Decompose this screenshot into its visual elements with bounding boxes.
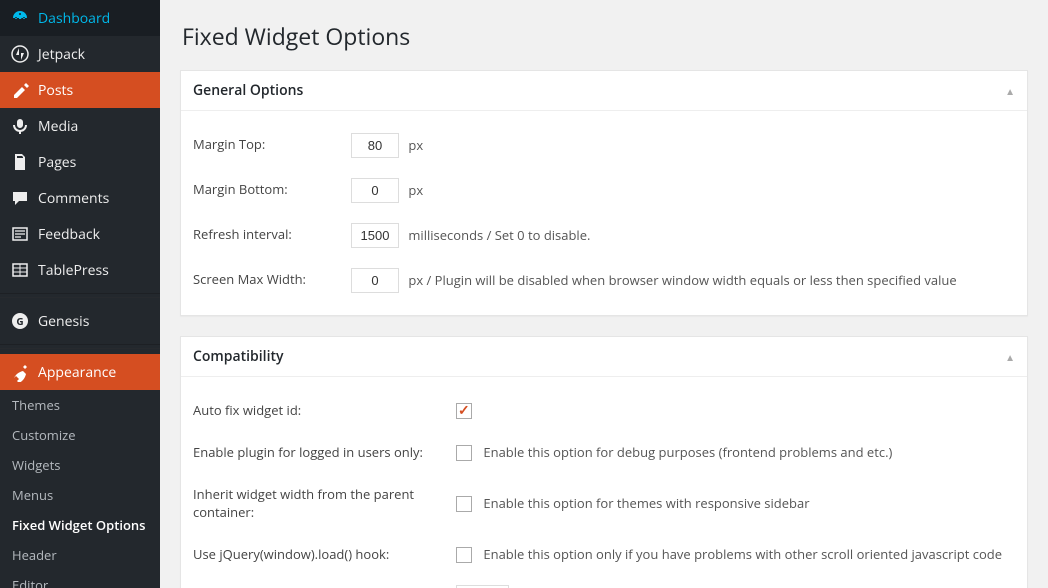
margin-top-label: Margin Top: [193, 123, 343, 168]
sidebar-item-genesis[interactable]: G Genesis [0, 303, 160, 339]
sidebar-item-appearance[interactable]: Appearance [0, 354, 160, 390]
jquery-label: Use jQuery(window).load() hook: [193, 533, 448, 575]
inherit-desc: Enable this option for themes with respo… [483, 494, 809, 512]
compatibility-box: Compatibility ▲ Auto fix widget id: Enab… [180, 336, 1028, 588]
feedback-icon [10, 224, 30, 244]
logged-checkbox[interactable] [456, 445, 472, 461]
dashboard-icon [10, 8, 30, 28]
general-options-header[interactable]: General Options ▲ [181, 71, 1027, 111]
menu-separator [0, 344, 160, 349]
pages-icon [10, 152, 30, 172]
admin-sidebar: Dashboard Jetpack Posts Media Pages Comm… [0, 0, 160, 588]
inherit-checkbox[interactable] [456, 496, 472, 512]
sidebar-item-label: Feedback [38, 225, 100, 244]
margin-bottom-label: Margin Bottom: [193, 168, 343, 213]
autofix-checkbox[interactable] [456, 403, 472, 419]
submenu-widgets[interactable]: Widgets [0, 450, 160, 480]
refresh-input[interactable] [351, 223, 399, 248]
margin-bottom-input[interactable] [351, 178, 399, 203]
submenu-fixed-widget-options[interactable]: Fixed Widget Options [0, 510, 160, 540]
toggle-icon[interactable]: ▲ [1005, 350, 1015, 364]
toggle-icon[interactable]: ▲ [1005, 84, 1015, 98]
sidebar-item-label: Pages [38, 153, 76, 172]
media-icon [10, 116, 30, 136]
sidebar-item-jetpack[interactable]: Jetpack [0, 36, 160, 72]
sidebar-item-feedback[interactable]: Feedback [0, 216, 160, 252]
comments-icon [10, 188, 30, 208]
sidebar-item-label: Dashboard [38, 9, 110, 28]
sidebar-item-posts[interactable]: Posts [0, 72, 160, 108]
logged-label: Enable plugin for logged in users only: [193, 431, 448, 473]
submenu-customize[interactable]: Customize [0, 420, 160, 450]
jetpack-icon [10, 44, 30, 64]
margin-top-suffix: px [408, 136, 423, 154]
refresh-suffix: milliseconds / Set 0 to disable. [408, 226, 590, 244]
logged-desc: Enable this option for debug purposes (f… [483, 443, 892, 461]
screen-max-label: Screen Max Width: [193, 258, 343, 303]
general-options-heading: General Options [193, 81, 303, 100]
margin-bottom-suffix: px [408, 181, 423, 199]
sidebar-item-media[interactable]: Media [0, 108, 160, 144]
menu-separator [0, 293, 160, 298]
sidebar-item-label: Posts [38, 81, 73, 100]
tablepress-icon [10, 260, 30, 280]
jquery-desc: Enable this option only if you have prob… [483, 545, 1002, 563]
compatibility-heading: Compatibility [193, 347, 284, 366]
inherit-label: Inherit widget width from the parent con… [193, 473, 448, 533]
submenu-themes[interactable]: Themes [0, 390, 160, 420]
sidebar-item-label: TablePress [38, 261, 109, 280]
compatibility-header[interactable]: Compatibility ▲ [181, 337, 1027, 377]
appearance-icon [10, 362, 30, 382]
page-title: Fixed Widget Options [182, 20, 1028, 52]
genesis-icon: G [10, 311, 30, 331]
sidebar-item-tablepress[interactable]: TablePress [0, 252, 160, 288]
sidebar-item-comments[interactable]: Comments [0, 180, 160, 216]
submenu-header[interactable]: Header [0, 540, 160, 570]
jquery-checkbox[interactable] [456, 547, 472, 563]
sidebar-item-label: Genesis [38, 312, 89, 331]
general-options-box: General Options ▲ Margin Top: px Margin … [180, 70, 1028, 316]
posts-icon [10, 80, 30, 100]
main-content: Fixed Widget Options General Options ▲ M… [160, 0, 1048, 588]
submenu-editor[interactable]: Editor [0, 570, 160, 588]
sidebar-item-label: Appearance [38, 363, 116, 382]
sidebar-item-label: Comments [38, 189, 109, 208]
svg-text:G: G [16, 314, 23, 328]
sidebar-item-pages[interactable]: Pages [0, 144, 160, 180]
sidebar-item-label: Jetpack [38, 45, 85, 64]
priority-label: widget_display_callback hook priority: [193, 575, 448, 588]
autofix-label: Auto fix widget id: [193, 389, 448, 431]
screen-max-input[interactable] [351, 268, 399, 293]
sidebar-item-label: Media [38, 117, 78, 136]
margin-top-input[interactable] [351, 133, 399, 158]
submenu-menus[interactable]: Menus [0, 480, 160, 510]
sidebar-item-dashboard[interactable]: Dashboard [0, 0, 160, 36]
screen-max-suffix: px / Plugin will be disabled when browse… [408, 271, 956, 289]
refresh-label: Refresh interval: [193, 213, 343, 258]
